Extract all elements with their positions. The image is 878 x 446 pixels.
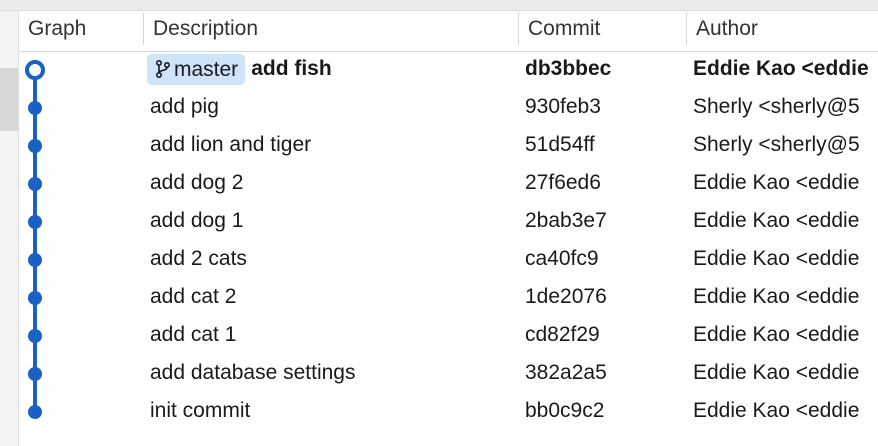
branch-label-master[interactable]: master [147, 54, 246, 85]
commit-description-cell: add dog 2 [150, 166, 510, 204]
commit-row[interactable]: add pig 930feb3 Sherly <sherly@5 [19, 90, 878, 128]
commit-hash: 51d54ff [525, 133, 595, 156]
commit-description-cell: add lion and tiger [150, 128, 510, 166]
commit-hash: db3bbec [525, 57, 612, 80]
commit-row[interactable]: add cat 1 cd82f29 Eddie Kao <eddie [19, 318, 878, 356]
commit-message: add cat 2 [150, 285, 237, 308]
commit-hash: 930feb3 [525, 95, 601, 118]
commit-message: init commit [150, 399, 251, 422]
commit-row[interactable]: add lion and tiger 51d54ff Sherly <sherly@… [19, 128, 878, 166]
column-header-commit[interactable]: Commit [519, 11, 686, 51]
commit-hash: bb0c9c2 [525, 399, 605, 422]
commit-row[interactable]: add 2 cats ca40fc9 Eddie Kao <eddie [19, 242, 878, 280]
commit-message: add dog 1 [150, 209, 244, 232]
commit-row[interactable]: add dog 1 2bab3e7 Eddie Kao <eddie [19, 204, 878, 242]
commit-hash: ca40fc9 [525, 247, 599, 270]
commit-description-cell: add dog 1 [150, 204, 510, 242]
branch-name: master [174, 58, 239, 81]
commit-row[interactable]: init commit bb0c9c2 Eddie Kao <eddie [19, 394, 878, 432]
commit-hash: 2bab3e7 [525, 209, 607, 232]
commit-message: add dog 2 [150, 171, 244, 194]
commit-author: Eddie Kao <eddie [693, 209, 860, 232]
commit-author: Eddie Kao <eddie [693, 171, 860, 194]
commit-author: Eddie Kao <eddie [693, 323, 860, 346]
commit-message: add database settings [150, 361, 356, 384]
commit-author: Eddie Kao <eddie [693, 247, 860, 270]
commit-message: add fish [251, 57, 332, 80]
column-header-author[interactable]: Author [687, 11, 878, 51]
commit-hash: 27f6ed6 [525, 171, 601, 194]
commit-row[interactable]: add dog 2 27f6ed6 Eddie Kao <eddie [19, 166, 878, 204]
commit-description-cell: add 2 cats [150, 242, 510, 280]
commit-author: Eddie Kao <eddie [693, 285, 860, 308]
commit-hash: 1de2076 [525, 285, 607, 308]
commit-hash: 382a2a5 [525, 361, 607, 384]
commit-author: Eddie Kao <eddie [693, 361, 860, 384]
commit-row[interactable]: master add fish db3bbec Eddie Kao <eddie [19, 52, 878, 90]
commit-description-cell: init commit [150, 394, 510, 432]
commit-hash: cd82f29 [525, 323, 600, 346]
commit-row[interactable]: add cat 2 1de2076 Eddie Kao <eddie [19, 280, 878, 318]
commit-author: Sherly <sherly@5 [693, 95, 860, 118]
commit-message: add 2 cats [150, 247, 247, 270]
commit-message: add cat 1 [150, 323, 237, 346]
commit-description-cell: add database settings [150, 356, 510, 394]
branch-icon [155, 59, 171, 79]
commit-description-cell: add pig [150, 90, 510, 128]
commit-description-cell: add cat 2 [150, 280, 510, 318]
commit-author: Sherly <sherly@5 [693, 133, 860, 156]
commit-row[interactable]: add database settings 382a2a5 Eddie Kao <e… [19, 356, 878, 394]
commit-description-cell: master add fish [147, 52, 507, 90]
commit-message: add lion and tiger [150, 133, 312, 156]
commit-author: Eddie Kao <eddie [693, 57, 869, 80]
window-top-strip [0, 0, 878, 11]
commit-table-header: Graph Description Commit Author [19, 11, 878, 52]
commit-author: Eddie Kao <eddie [693, 399, 860, 422]
commit-message: add pig [150, 95, 219, 118]
column-header-description[interactable]: Description [144, 11, 518, 51]
commit-description-cell: add cat 1 [150, 318, 510, 356]
